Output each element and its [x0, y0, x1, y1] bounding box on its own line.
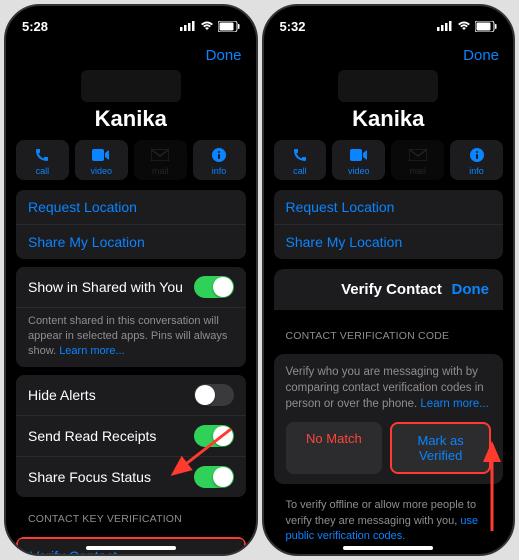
call-button[interactable]: call	[274, 140, 327, 180]
code-header: CONTACT VERIFICATION CODE	[264, 322, 514, 346]
action-label: mail	[152, 166, 169, 176]
phone-icon	[34, 146, 50, 164]
row-label: Hide Alerts	[28, 387, 96, 403]
contact-actions: call video mail info	[264, 140, 514, 180]
send-receipts-row[interactable]: Send Read Receipts	[16, 416, 246, 457]
info-button[interactable]: info	[450, 140, 503, 180]
wifi-icon	[457, 21, 471, 31]
avatar-redacted	[81, 70, 181, 102]
mail-icon	[409, 146, 427, 164]
signal-icon	[180, 21, 196, 31]
sheet-header: Verify Contact Done	[274, 269, 504, 310]
video-icon	[92, 146, 110, 164]
mail-button: mail	[134, 140, 187, 180]
notch	[348, 12, 428, 34]
receipts-toggle[interactable]	[194, 425, 234, 447]
contact-actions: call video mail info	[6, 140, 256, 180]
action-label: video	[91, 166, 113, 176]
location-section: Request Location Share My Location	[16, 190, 246, 259]
card-text: Verify who you are messaging with by com…	[286, 364, 492, 412]
action-label: info	[212, 166, 227, 176]
verification-buttons: No Match Mark as Verified	[286, 422, 492, 474]
request-location-button[interactable]: Request Location	[274, 190, 504, 225]
hide-alerts-toggle[interactable]	[194, 384, 234, 406]
sheet-title: Verify Contact	[341, 281, 442, 298]
action-label: video	[348, 166, 370, 176]
location-section: Request Location Share My Location	[274, 190, 504, 259]
nav-bar: Done	[6, 40, 256, 70]
contact-key-header: CONTACT KEY VERIFICATION	[6, 505, 256, 529]
wifi-icon	[200, 21, 214, 31]
contact-name: Kanika	[264, 106, 514, 132]
mail-button: mail	[391, 140, 444, 180]
status-icons	[437, 21, 497, 32]
home-indicator[interactable]	[86, 546, 176, 550]
info-icon	[469, 146, 485, 164]
nav-bar: Done	[264, 40, 514, 70]
row-label: Share Focus Status	[28, 469, 151, 485]
action-label: info	[469, 166, 484, 176]
mail-icon	[151, 146, 169, 164]
phone-left: 5:28 Done Kanika call video	[4, 4, 258, 556]
notch	[91, 12, 171, 34]
action-label: call	[293, 166, 307, 176]
below-text: To verify offline or allow more people t…	[264, 492, 514, 550]
no-match-button[interactable]: No Match	[286, 422, 383, 474]
status-time: 5:28	[22, 19, 48, 34]
status-time: 5:32	[280, 19, 306, 34]
done-button[interactable]: Done	[463, 47, 499, 64]
learn-more-link[interactable]: Learn more...	[420, 398, 488, 410]
avatar-redacted	[338, 70, 438, 102]
phone-right: 5:32 Done Kanika call video	[262, 4, 516, 556]
focus-toggle[interactable]	[194, 466, 234, 488]
verification-card: Verify who you are messaging with by com…	[274, 354, 504, 484]
row-label: Send Read Receipts	[28, 428, 156, 444]
learn-more-link[interactable]: Learn more...	[59, 345, 124, 357]
mark-verified-button[interactable]: Mark as Verified	[390, 422, 491, 474]
show-in-shared-row[interactable]: Show in Shared with You	[16, 267, 246, 308]
battery-icon	[475, 21, 497, 32]
video-icon	[350, 146, 368, 164]
video-button[interactable]: video	[332, 140, 385, 180]
sheet-done-button[interactable]: Done	[452, 281, 490, 298]
done-button[interactable]: Done	[206, 47, 242, 64]
video-button[interactable]: video	[75, 140, 128, 180]
home-indicator[interactable]	[343, 546, 433, 550]
phone-icon	[292, 146, 308, 164]
request-location-button[interactable]: Request Location	[16, 190, 246, 225]
action-label: call	[36, 166, 50, 176]
action-label: mail	[409, 166, 426, 176]
shared-toggle[interactable]	[194, 276, 234, 298]
signal-icon	[437, 21, 453, 31]
status-icons	[180, 21, 240, 32]
contact-name: Kanika	[6, 106, 256, 132]
info-button[interactable]: info	[193, 140, 246, 180]
shared-section: Show in Shared with You Content shared i…	[16, 267, 246, 367]
battery-icon	[218, 21, 240, 32]
info-icon	[211, 146, 227, 164]
call-button[interactable]: call	[16, 140, 69, 180]
settings-section: Hide Alerts Send Read Receipts Share Foc…	[16, 375, 246, 497]
share-location-button[interactable]: Share My Location	[274, 225, 504, 259]
hide-alerts-row[interactable]: Hide Alerts	[16, 375, 246, 416]
shared-hint: Content shared in this conversation will…	[16, 308, 246, 367]
share-location-button[interactable]: Share My Location	[16, 225, 246, 259]
share-focus-row[interactable]: Share Focus Status	[16, 457, 246, 497]
row-label: Show in Shared with You	[28, 279, 183, 295]
